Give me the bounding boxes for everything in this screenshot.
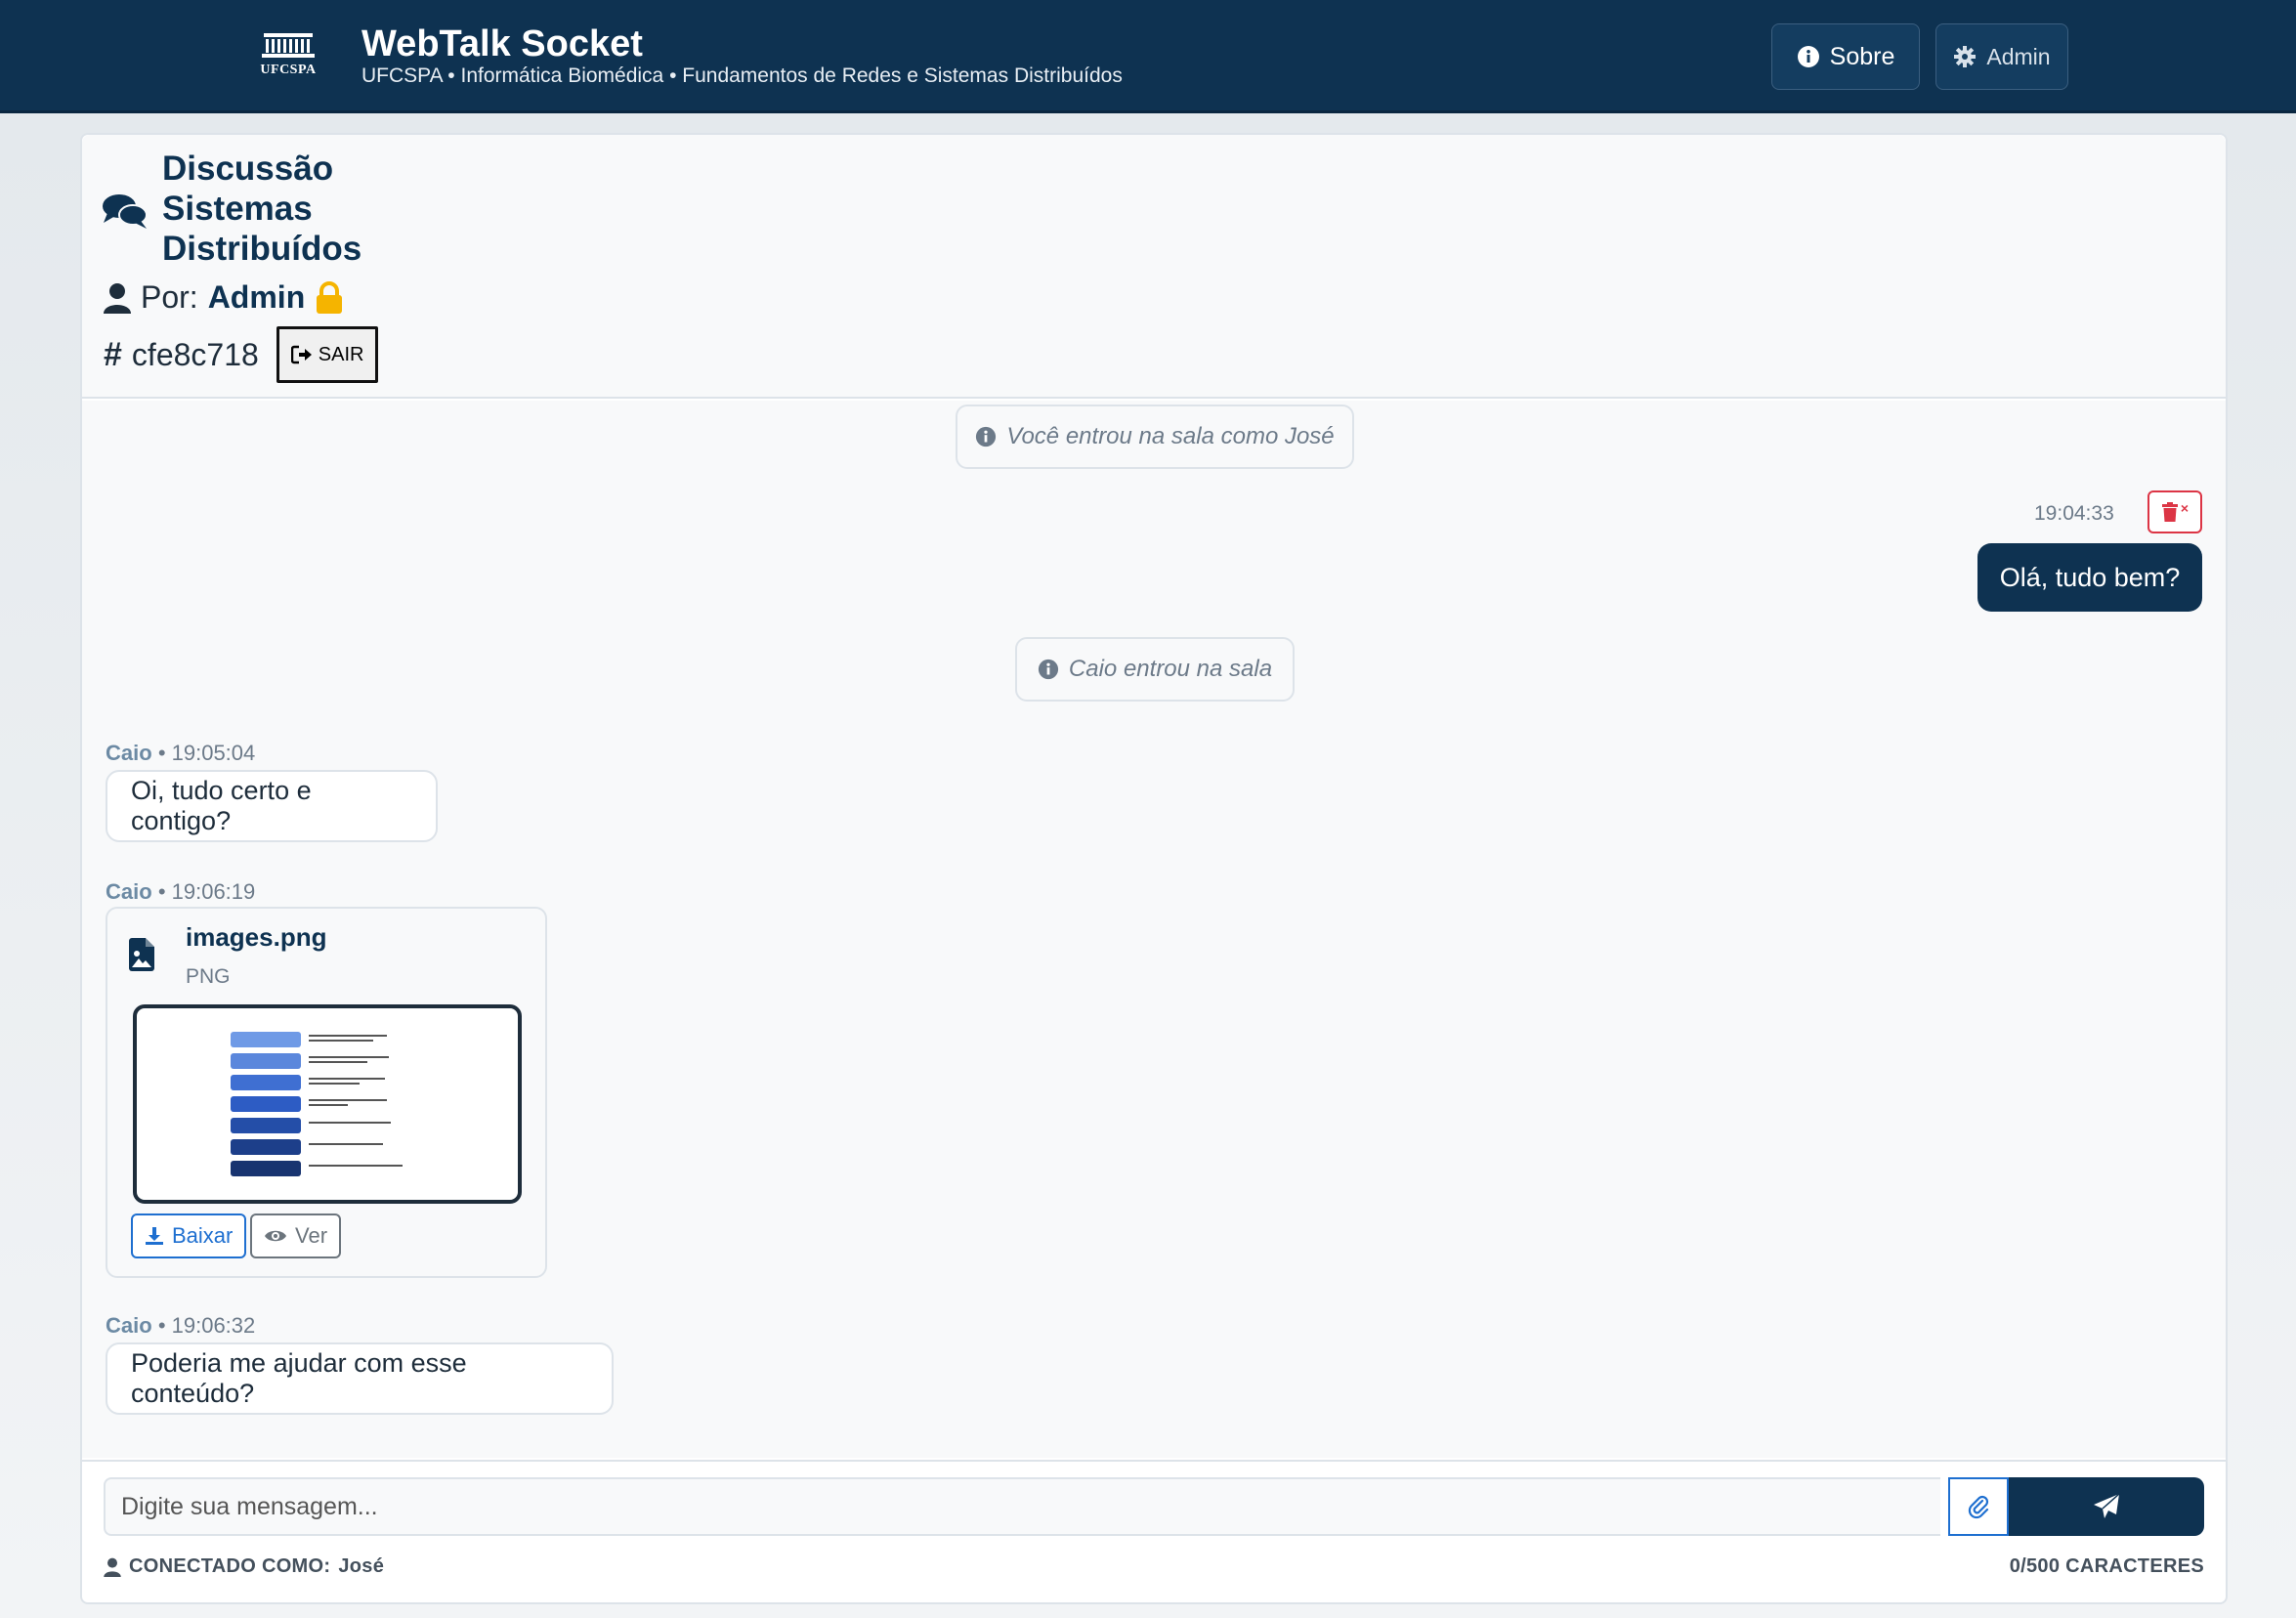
- message-list[interactable]: Você entrou na sala como José 19:04:33 ×…: [82, 401, 2226, 1458]
- room-id: cfe8c718: [131, 336, 259, 372]
- logo-text: UFCSPA: [260, 63, 317, 77]
- message-meta: Caio • 19:06:19: [106, 879, 255, 905]
- message-time: • 19:06:32: [157, 1313, 256, 1338]
- message-meta: Caio • 19:06:32: [106, 1313, 255, 1339]
- connected-user: José: [338, 1555, 385, 1577]
- view-button[interactable]: Ver: [250, 1214, 342, 1258]
- system-message: Caio entrou na sala: [1015, 637, 1295, 702]
- own-message-time: 19:04:33: [2034, 502, 2114, 525]
- file-attachment-card: images.png PNG Baixar Ver: [106, 907, 547, 1278]
- system-message-text: Caio entrou na sala: [1068, 656, 1273, 682]
- message-time: • 19:06:19: [157, 879, 256, 904]
- admin-label: Admin: [1986, 43, 2051, 69]
- building-icon: [262, 33, 315, 58]
- download-button[interactable]: Baixar: [131, 1214, 247, 1258]
- exit-room-button[interactable]: SAIR: [276, 326, 379, 383]
- message-bubble: Poderia me ajudar com esse conteúdo?: [106, 1342, 614, 1415]
- paperclip-icon: [1968, 1495, 1989, 1519]
- sign-out-icon: [290, 345, 312, 364]
- send-button[interactable]: [2009, 1477, 2204, 1536]
- room-author: Por: Admin: [104, 279, 344, 316]
- admin-button[interactable]: Admin: [1935, 23, 2068, 90]
- sobre-label: Sobre: [1829, 42, 1895, 70]
- room-id-row: # cfe8c718 SAIR: [104, 326, 379, 383]
- comments-icon: [103, 194, 148, 229]
- paper-plane-icon: [2094, 1493, 2120, 1518]
- char-counter: 0/500 CARACTERES: [2009, 1555, 2204, 1577]
- message-meta: Caio • 19:05:04: [106, 741, 255, 766]
- message-text: Oi, tudo certo e contigo?: [131, 776, 312, 835]
- message-time: • 19:05:04: [157, 741, 256, 765]
- message-author: Caio: [106, 741, 152, 765]
- file-name: images.png: [186, 922, 327, 952]
- file-type: PNG: [186, 965, 231, 988]
- lock-icon: [317, 280, 343, 314]
- ufcspa-logo: UFCSPA: [256, 29, 320, 84]
- message-author: Caio: [106, 879, 152, 904]
- delete-message-button[interactable]: ×: [2147, 490, 2202, 533]
- download-label: Baixar: [172, 1223, 234, 1248]
- app-subtitle: UFCSPA • Informática Biomédica • Fundame…: [361, 64, 1123, 87]
- osi-layers-thumbnail: [231, 1032, 403, 1176]
- system-message: Você entrou na sala como José: [956, 404, 1354, 469]
- image-file-icon: [129, 938, 154, 971]
- app-title: WebTalk Socket: [361, 23, 643, 64]
- sobre-button[interactable]: Sobre: [1771, 23, 1920, 90]
- room-header: Discussão Sistemas Distribuídos Por: Adm…: [82, 135, 2226, 399]
- system-message-text: Você entrou na sala como José: [1006, 423, 1335, 449]
- connection-status: CONECTADO COMO: José: [104, 1555, 384, 1578]
- download-icon: [146, 1227, 163, 1245]
- chat-panel: Discussão Sistemas Distribuídos Por: Adm…: [80, 133, 2228, 1604]
- gear-icon: [1954, 46, 1977, 67]
- info-icon: [1797, 46, 1819, 67]
- top-navbar: UFCSPA WebTalk Socket UFCSPA • Informáti…: [0, 0, 2296, 113]
- user-icon: [104, 282, 131, 314]
- file-image-preview[interactable]: [133, 1004, 522, 1204]
- message-bubble: Oi, tudo certo e contigo?: [106, 770, 438, 842]
- user-icon: [104, 1557, 121, 1577]
- room-title: Discussão Sistemas Distribuídos: [162, 149, 362, 268]
- attach-file-button[interactable]: [1948, 1477, 2009, 1536]
- info-icon: [976, 426, 997, 447]
- message-composer: CONECTADO COMO: José 0/500 CARACTERES: [82, 1460, 2226, 1602]
- message-text: Poderia me ajudar com esse conteúdo?: [131, 1348, 467, 1408]
- author-prefix: Por:: [141, 279, 198, 315]
- hash-icon: #: [104, 335, 122, 373]
- message-input[interactable]: [104, 1477, 1940, 1536]
- connected-label: CONECTADO COMO:: [129, 1555, 331, 1577]
- close-icon: ×: [2180, 500, 2190, 516]
- view-label: Ver: [295, 1223, 328, 1248]
- message-author: Caio: [106, 1313, 152, 1338]
- author-name: Admin: [207, 279, 306, 315]
- eye-icon: [265, 1230, 286, 1242]
- own-message-bubble: Olá, tudo bem?: [1977, 543, 2202, 612]
- exit-label: SAIR: [318, 343, 364, 365]
- info-icon: [1038, 659, 1059, 680]
- trash-icon: [2161, 502, 2178, 522]
